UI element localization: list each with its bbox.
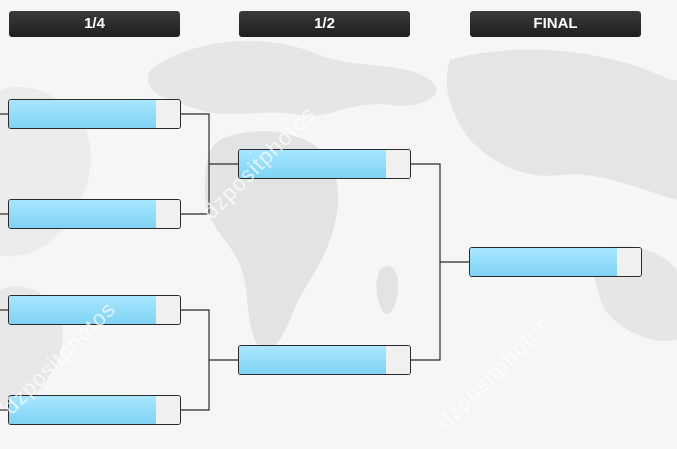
score-box[interactable] xyxy=(156,296,180,324)
score-box[interactable] xyxy=(156,200,180,228)
semifinal-slot-2[interactable] xyxy=(238,345,411,375)
team-name-field[interactable] xyxy=(9,200,157,228)
score-box[interactable] xyxy=(386,346,410,374)
quarterfinal-slot-1[interactable] xyxy=(8,99,181,129)
score-box[interactable] xyxy=(156,100,180,128)
team-name-field[interactable] xyxy=(239,346,387,374)
final-slot[interactable] xyxy=(469,247,642,277)
team-name-field[interactable] xyxy=(9,100,157,128)
semi-connector xyxy=(410,163,441,361)
quarterfinal-slot-2[interactable] xyxy=(8,199,181,229)
score-box[interactable] xyxy=(156,396,180,424)
score-box[interactable] xyxy=(386,150,410,178)
semifinal-header: 1/2 xyxy=(239,11,410,37)
score-box[interactable] xyxy=(617,248,641,276)
team-name-field[interactable] xyxy=(470,248,618,276)
final-header: FINAL xyxy=(470,11,641,37)
quarterfinal-header: 1/4 xyxy=(9,11,180,37)
quarter-connector-bottom xyxy=(180,309,210,411)
